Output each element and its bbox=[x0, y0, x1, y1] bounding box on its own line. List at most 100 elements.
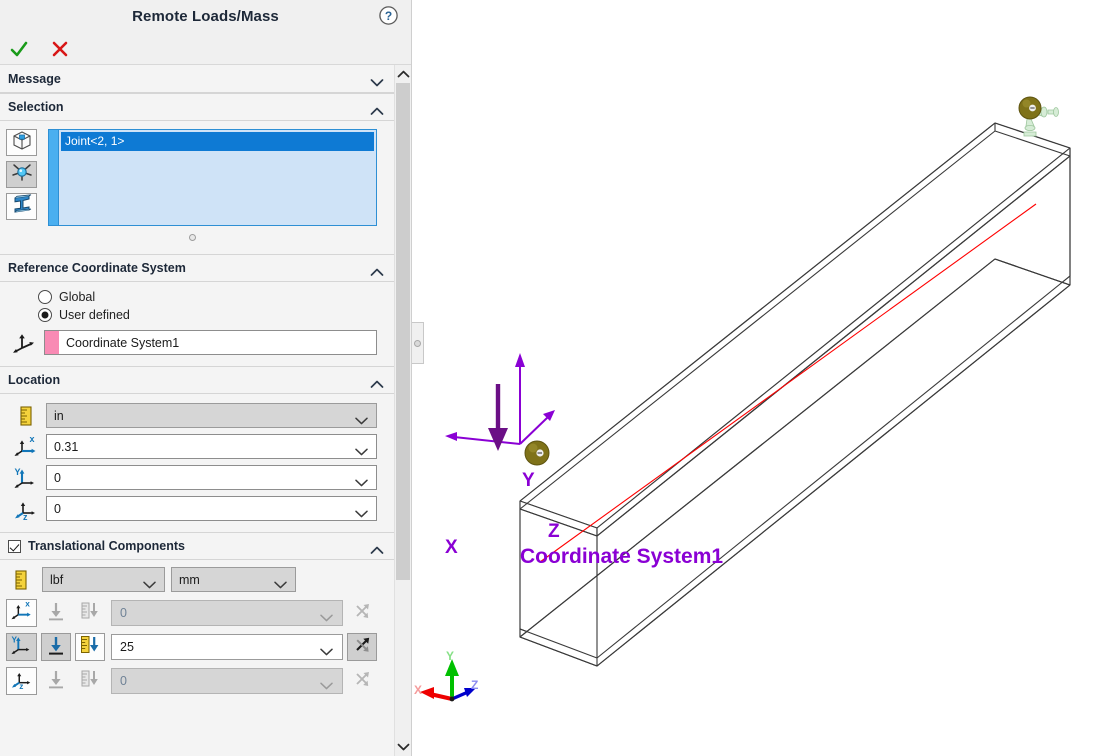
scroll-up-button[interactable] bbox=[395, 65, 411, 83]
i-beam-icon bbox=[11, 193, 33, 220]
translational-z-distance-button[interactable] bbox=[75, 667, 105, 695]
translational-z-input[interactable]: 0 bbox=[111, 668, 343, 694]
reverse-direction-icon bbox=[351, 600, 373, 627]
panel-splitter-handle[interactable] bbox=[412, 322, 424, 364]
ruler-arrow-icon bbox=[79, 668, 101, 695]
svg-text:z: z bbox=[23, 512, 28, 521]
selection-listbox[interactable]: Joint<2, 1> bbox=[58, 129, 377, 226]
translational-x-distance-button[interactable] bbox=[75, 599, 105, 627]
list-item[interactable]: Joint<2, 1> bbox=[61, 132, 374, 151]
axis-y-icon: Y bbox=[12, 466, 40, 490]
radio-user-defined[interactable]: User defined bbox=[0, 306, 394, 324]
panel-scrollbar[interactable] bbox=[394, 65, 411, 756]
translational-z-value: 0 bbox=[120, 674, 127, 688]
section-header-reference-cs[interactable]: Reference Coordinate System bbox=[0, 254, 394, 282]
section-title-location: Location bbox=[8, 373, 61, 387]
translational-x-force-button[interactable] bbox=[41, 599, 71, 627]
help-question-icon[interactable]: ? bbox=[378, 5, 399, 26]
translational-y-distance-button[interactable] bbox=[75, 633, 105, 661]
translational-checkbox[interactable] bbox=[8, 539, 21, 553]
view-orientation-triad bbox=[420, 659, 476, 702]
translational-z-reverse-button[interactable] bbox=[347, 667, 377, 695]
translational-y-input[interactable]: 25 bbox=[111, 634, 343, 660]
radio-label-global: Global bbox=[59, 290, 96, 304]
force-unit-value: lbf bbox=[50, 572, 64, 587]
chevron-down-icon bbox=[355, 443, 368, 455]
translational-z-force-button[interactable] bbox=[41, 667, 71, 695]
section-title-reference-cs: Reference Coordinate System bbox=[8, 261, 186, 275]
ruler-arrow-icon bbox=[79, 634, 101, 661]
force-arrow-icon bbox=[45, 600, 67, 627]
page-title: Remote Loads/Mass bbox=[132, 8, 279, 25]
chevron-up-icon bbox=[370, 542, 384, 554]
chevron-down-icon bbox=[355, 474, 368, 486]
translational-x-input[interactable]: 0 bbox=[111, 600, 343, 626]
section-header-message[interactable]: Message bbox=[0, 65, 394, 93]
scroll-down-button[interactable] bbox=[395, 738, 411, 756]
solidworks-simulation-window: Remote Loads/Mass ? Message Selection Jo… bbox=[0, 0, 1094, 756]
radio-global[interactable]: Global bbox=[0, 288, 394, 306]
cancel-button[interactable] bbox=[49, 38, 71, 60]
force-arrow-icon bbox=[45, 668, 67, 695]
chevron-down-icon bbox=[320, 643, 333, 656]
location-x-input[interactable]: 0.31 bbox=[46, 434, 377, 459]
svg-text:x: x bbox=[30, 435, 35, 444]
chevron-up-icon bbox=[370, 103, 384, 115]
length-unit-value: mm bbox=[179, 572, 200, 587]
selection-accent-bar bbox=[48, 129, 58, 226]
axis-y-icon: Y bbox=[10, 634, 34, 661]
translational-y-reverse-button[interactable] bbox=[347, 633, 377, 661]
model-scene bbox=[420, 96, 1071, 702]
radio-label-user-defined: User defined bbox=[59, 308, 130, 322]
beam-filter-button[interactable] bbox=[6, 193, 37, 220]
joint-marker-fixture[interactable] bbox=[1018, 96, 1059, 137]
chevron-down-icon bbox=[397, 738, 410, 756]
scrollbar-thumb[interactable] bbox=[396, 83, 410, 580]
ok-button[interactable] bbox=[8, 38, 30, 60]
reference-cs-content: Global User defined Coordinate System1 bbox=[0, 282, 394, 366]
joint-filter-button[interactable] bbox=[6, 161, 37, 188]
selection-filter-group bbox=[6, 129, 40, 226]
solid-body-filter-button[interactable] bbox=[6, 129, 37, 156]
location-x-value: 0.31 bbox=[54, 439, 79, 454]
joint-marker-loaded[interactable] bbox=[524, 440, 550, 466]
graphics-viewport[interactable]: Y X Z Coordinate System1 Y X Z bbox=[412, 0, 1094, 756]
joint-node-icon bbox=[11, 162, 33, 188]
radio-button-user-defined[interactable] bbox=[38, 308, 52, 322]
property-manager-body: Message Selection Joint<2, 1> Reference … bbox=[0, 65, 411, 756]
property-sections: Message Selection Joint<2, 1> Reference … bbox=[0, 65, 394, 756]
translational-y-axis-toggle[interactable]: Y bbox=[6, 633, 37, 661]
force-unit-select[interactable]: lbf bbox=[42, 567, 165, 592]
chevron-down-icon bbox=[370, 74, 384, 86]
location-y-value: 0 bbox=[54, 470, 61, 485]
translational-x-reverse-button[interactable] bbox=[347, 599, 377, 627]
location-z-input[interactable]: 0 bbox=[46, 496, 377, 521]
selection-resize-grip[interactable] bbox=[0, 228, 394, 246]
ruler-icon bbox=[6, 568, 36, 592]
resize-grip-dot[interactable] bbox=[188, 234, 196, 241]
translational-z-axis-toggle[interactable]: z bbox=[6, 667, 37, 695]
length-unit-select[interactable]: mm bbox=[171, 567, 296, 592]
section-header-selection[interactable]: Selection bbox=[0, 93, 394, 121]
cube-icon bbox=[11, 130, 33, 156]
location-unit-value: in bbox=[54, 408, 64, 423]
translational-x-value: 0 bbox=[120, 606, 127, 620]
location-y-input[interactable]: 0 bbox=[46, 465, 377, 490]
location-unit-select[interactable]: in bbox=[46, 403, 377, 428]
axis-x-icon: x bbox=[10, 599, 34, 627]
translational-x-axis-toggle[interactable]: x bbox=[6, 599, 37, 627]
radio-button-global[interactable] bbox=[38, 290, 52, 304]
property-manager-actions bbox=[0, 33, 411, 65]
chevron-down-icon bbox=[355, 505, 368, 517]
translational-y-force-button[interactable] bbox=[41, 633, 71, 661]
translational-row-x: x 0 bbox=[0, 596, 394, 630]
section-header-translational[interactable]: Translational Components bbox=[0, 532, 394, 560]
ruler-icon bbox=[12, 404, 40, 428]
section-header-location[interactable]: Location bbox=[0, 366, 394, 394]
reverse-direction-icon bbox=[351, 634, 373, 661]
scrollbar-track[interactable] bbox=[395, 83, 411, 738]
axis-z-icon: z bbox=[10, 668, 34, 695]
property-manager-titlebar: Remote Loads/Mass ? bbox=[0, 0, 411, 33]
chevron-down-icon bbox=[274, 576, 287, 588]
coordinate-system-field[interactable]: Coordinate System1 bbox=[44, 330, 377, 355]
